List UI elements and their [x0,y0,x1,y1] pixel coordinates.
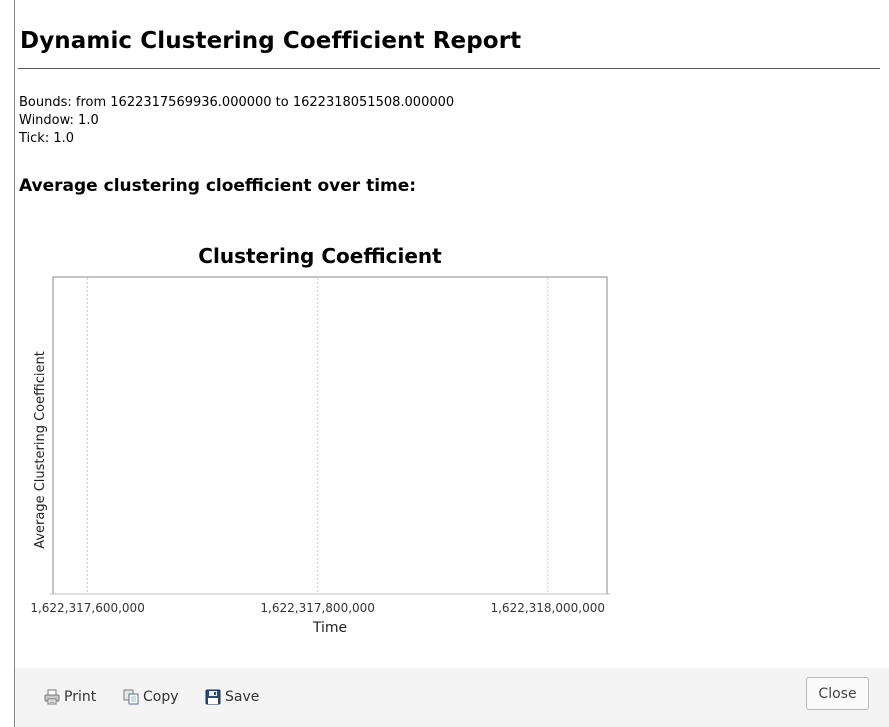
plot-area [52,276,608,595]
close-button[interactable]: Close [806,677,869,710]
footer-toolbar: Print Copy Save Close [15,668,889,727]
window-text: Window: 1.0 [19,113,99,128]
clustering-chart: Clustering Coefficient 1,622,317,600,000… [20,236,620,641]
report-info: Bounds: from 1622317569936.000000 to 162… [19,94,454,148]
tick-layer: 1,622,317,600,000 1,622,317,800,000 1,622,… [30,601,605,615]
floppy-disk-icon [204,688,222,706]
tick-text: Tick: 1.0 [19,131,75,146]
copy-label: Copy [143,689,179,705]
x-tick-label: 1,622,318,000,000 [490,601,605,615]
x-axis-label: Time [312,620,347,636]
chart-title: Clustering Coefficient [198,244,442,268]
chart-svg: Clustering Coefficient 1,622,317,600,000… [30,244,610,636]
printer-icon [43,688,61,706]
copy-icon [122,688,140,706]
print-button[interactable]: Print [43,687,96,707]
y-axis-label: Average Clustering Coefficient [33,351,48,549]
window-left-border [14,0,15,727]
x-tick-label: 1,622,317,600,000 [30,601,145,615]
bounds-text: Bounds: from 1622317569936.000000 to 162… [19,95,455,110]
section-title: Average clustering cloefficient over tim… [19,176,417,196]
title-divider [18,68,880,69]
x-tick-label: 1,622,317,800,000 [260,601,375,615]
save-label: Save [225,689,260,705]
save-button[interactable]: Save [204,687,259,707]
copy-button[interactable]: Copy [122,687,179,707]
report-title: Dynamic Clustering Coefficient Report [20,28,522,54]
print-label: Print [64,689,97,705]
